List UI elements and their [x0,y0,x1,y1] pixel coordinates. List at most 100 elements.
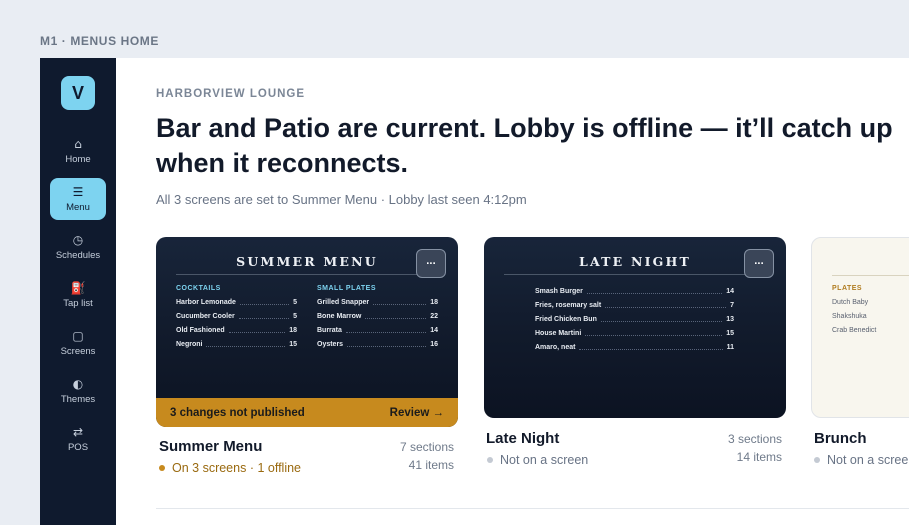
sidebar-item-screens[interactable]: ▢ Screens [50,322,106,364]
menu-item-row: Fried Chicken Bun 13 [535,312,734,326]
divider [832,275,909,276]
item-name: Shakshuka [832,312,867,320]
sidebar-item-label: Menu [66,202,90,213]
banner-text: 3 changes not published [170,406,305,419]
status-text: Not on a screen [827,453,909,467]
item-name: Fries, rosemary salt [535,301,602,309]
menu-card-brunch[interactable]: PLATES Dutch Baby Shakshuka Crab Benedic… [811,237,909,418]
menu-card-late-night[interactable]: LATE NIGHT ··· Smash Burger 14 Fries, ros… [484,237,786,418]
more-options-button[interactable]: ··· [416,249,446,278]
tap-icon: ⛽ [70,281,86,295]
menu-item-row: Negroni 15 [176,337,297,351]
item-name: Burrata [317,326,342,334]
column-heading: COCKTAILS [176,285,221,292]
status-summary: All 3 screens are set to Summer Menu · L… [156,192,527,207]
sidebar-item-schedules[interactable]: ◷ Schedules [50,226,106,268]
more-options-button[interactable]: ··· [744,249,774,278]
sidebar-item-label: Screens [60,346,96,357]
item-name: House Martini [535,329,582,337]
sidebar-item-menu[interactable]: ☰ Menu [50,178,106,220]
menu-item-row: Burrata 14 [317,323,438,337]
sidebar-item-label: Schedules [55,250,101,261]
menu-card-summer[interactable]: SUMMER MENU ··· COCKTAILS Harbor Lemonad… [156,237,458,427]
item-count: 41 items [408,458,454,472]
page-headline: Bar and Patio are current. Lobby is offl… [156,113,893,178]
item-name: Fried Chicken Bun [535,315,597,323]
item-price: 18 [430,298,438,306]
menu-icon: ☰ [72,185,84,199]
menu-item-row: Bone Marrow 22 [317,309,438,323]
screen-status: Not on a screen [814,453,909,467]
menu-item-row: Cucumber Cooler 5 [176,309,297,323]
menu-item-row: House Martini 15 [535,326,734,340]
divider [176,274,438,275]
menu-item-row: Crab Benedict [832,323,909,337]
sidebar-item-themes[interactable]: ◐ Themes [50,370,106,412]
sidebar: V ⌂ Home ☰ Menu ◷ Schedules ⛽ Tap list ▢… [40,58,116,525]
status-dot [487,457,493,463]
clock-icon: ◷ [72,233,84,247]
sidebar-item-home[interactable]: ⌂ Home [50,130,106,172]
status-dot [814,457,820,463]
status-dot [159,465,165,471]
menu-item-row: Amaro, neat 11 [535,340,734,354]
sidebar-item-pos[interactable]: ⇄ POS [50,418,106,460]
status-text: Not on a screen [500,453,589,467]
item-price: 16 [430,340,438,348]
home-icon: ⌂ [74,137,82,151]
sidebar-item-label: Themes [60,394,96,405]
card-title[interactable]: Summer Menu [159,438,262,455]
app-frame: V ⌂ Home ☰ Menu ◷ Schedules ⛽ Tap list ▢… [40,58,909,525]
item-name: Grilled Snapper [317,298,370,306]
item-name: Old Fashioned [176,326,225,334]
section-count: 7 sections [399,440,454,454]
item-price: 13 [726,315,734,323]
sidebar-item-label: Home [65,154,91,165]
theme-icon: ◐ [72,377,84,391]
item-name: Smash Burger [535,287,583,295]
item-price: 5 [293,298,297,306]
menu-item-row: Fries, rosemary salt 7 [535,298,734,312]
card-title[interactable]: Brunch [814,430,867,447]
column-heading: SMALL PLATES [317,285,377,292]
menu-item-row: Old Fashioned 18 [176,323,297,337]
preview-title: LATE NIGHT [578,254,692,269]
menu-item-row: Smash Burger 14 [535,284,734,298]
item-price: 11 [726,343,734,351]
card-meta: 7 sections 41 items [400,438,454,474]
item-name: Bone Marrow [317,312,362,320]
divider [504,274,766,275]
swap-icon: ⇄ [72,425,84,439]
card-meta: 3 sections 14 items [696,430,782,466]
screen-icon: ▢ [72,329,84,343]
unpublished-changes-banner[interactable]: 3 changes not published Review → [156,398,458,427]
item-price: 5 [293,312,297,320]
screen-status: On 3 screens · 1 offline [159,461,301,475]
breadcrumb: M1 · MENUS HOME [40,34,160,48]
item-name: Amaro, neat [535,343,576,351]
item-name: Oysters [317,340,344,348]
review-link[interactable]: Review → [390,407,444,419]
menu-item-row: Oysters 16 [317,337,438,351]
screen-status: Not on a screen [487,453,588,467]
status-text: On 3 screens · 1 offline [172,461,302,475]
item-name: Cucumber Cooler [176,312,235,320]
item-price: 22 [430,312,438,320]
section-divider [156,508,909,509]
item-count: 14 items [736,450,782,464]
sidebar-item-label: POS [67,442,89,453]
menu-column: COCKTAILS Harbor Lemonade 5 Cucumber Cool… [176,285,297,351]
sidebar-item-label: Tap list [63,298,93,309]
menu-column: SMALL PLATES Grilled Snapper 18 Bone Marr… [317,285,438,351]
item-name: Negroni [176,340,203,348]
card-title[interactable]: Late Night [486,430,559,447]
item-price: 7 [730,301,734,309]
venue-name: HARBORVIEW LOUNGE [156,88,306,100]
sidebar-item-tap-list[interactable]: ⛽ Tap list [50,274,106,316]
menu-item-row: Grilled Snapper 18 [317,295,438,309]
menu-item-row: Harbor Lemonade 5 [176,295,297,309]
menu-column: Smash Burger 14 Fries, rosemary salt 7 Fri… [535,284,734,354]
section-count: 3 sections [727,432,782,446]
brand-logo[interactable]: V [61,76,95,110]
item-price: 14 [430,326,438,334]
